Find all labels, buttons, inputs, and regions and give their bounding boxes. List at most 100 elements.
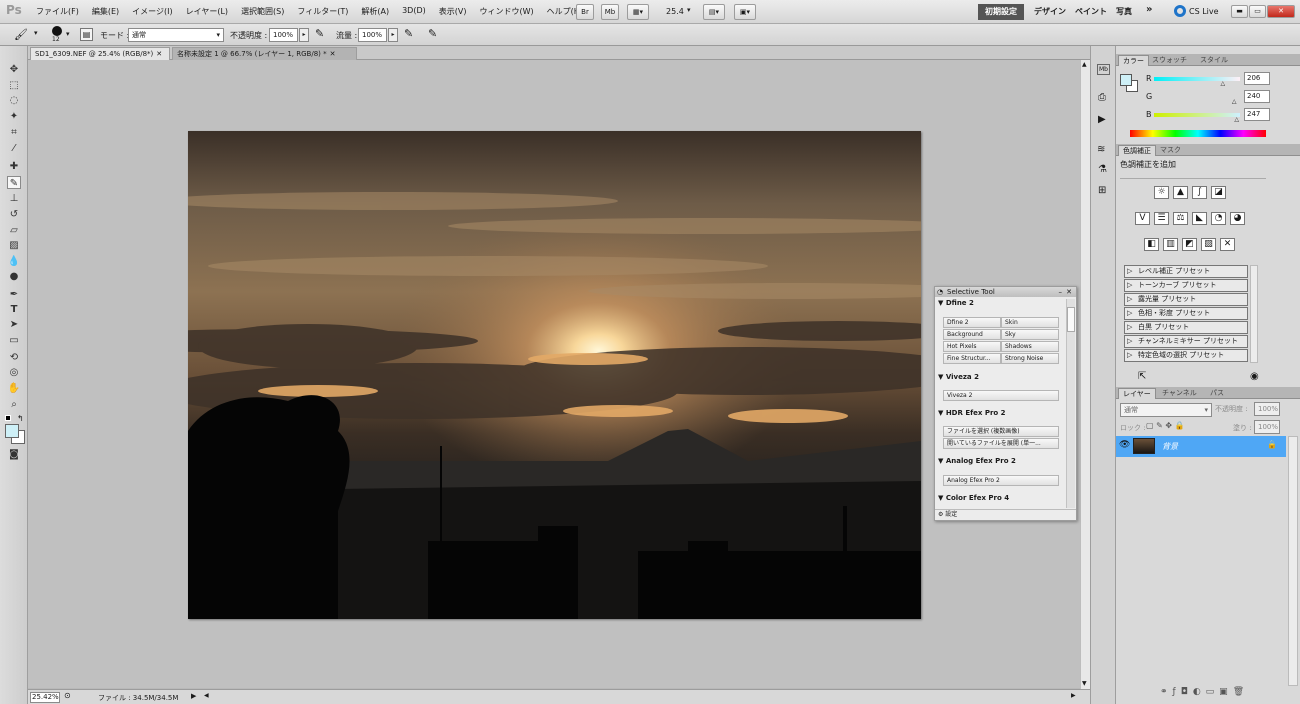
scroll-left-icon[interactable]: ◀ <box>204 692 209 699</box>
marquee-tool-icon[interactable]: ⬚ <box>7 79 21 92</box>
cs-live-button[interactable]: CS Live <box>1189 7 1219 16</box>
flow-slider-toggle-icon[interactable]: ▸ <box>388 28 398 42</box>
menu-3d[interactable]: 3D(D) <box>402 6 426 17</box>
type-tool-icon[interactable]: T <box>7 303 21 316</box>
visibility-eye-icon[interactable]: 👁 <box>1119 440 1130 450</box>
preset-levels[interactable]: レベル補正 プリセット <box>1124 265 1248 278</box>
menu-analysis[interactable]: 解析(A) <box>361 6 389 17</box>
menu-filter[interactable]: フィルター(T) <box>297 6 348 17</box>
mini-bridge-button[interactable]: Mb <box>601 4 619 20</box>
status-info-icon[interactable]: ⊙ <box>64 691 71 700</box>
tablet-size-icon[interactable]: ✎ <box>428 27 437 40</box>
3d-orbit-tool-icon[interactable]: ◎ <box>7 366 21 379</box>
history-brush-tool-icon[interactable]: ↺ <box>7 208 21 221</box>
preset-exposure[interactable]: 露光量 プリセット <box>1124 293 1248 306</box>
menu-edit[interactable]: 編集(E) <box>92 6 119 17</box>
gradient-map-icon[interactable]: ▨ <box>1201 238 1216 251</box>
skin-button[interactable]: Skin <box>1001 317 1059 328</box>
preset-black-white[interactable]: 白黒 プリセット <box>1124 321 1248 334</box>
hdr-open-files-button[interactable]: 開いているファイルを展開 (単一... <box>943 438 1059 449</box>
opacity-input[interactable]: 100% <box>269 28 298 42</box>
scroll-right-icon[interactable]: ▶ <box>1071 692 1076 699</box>
actions-panel-icon[interactable]: ▶ <box>1098 114 1106 125</box>
tablet-opacity-icon[interactable]: ✎ <box>315 27 324 40</box>
scroll-down-icon[interactable]: ▼ <box>1082 680 1087 687</box>
zoom-dropdown-icon[interactable]: ▾ <box>687 6 691 14</box>
strong-noise-button[interactable]: Strong Noise <box>1001 353 1059 364</box>
layer-row-background[interactable]: 👁 背景 🔒 <box>1116 436 1286 457</box>
tab-swatches[interactable]: スウォッチ <box>1148 55 1191 66</box>
history-panel-icon[interactable]: ⎙ <box>1098 92 1106 103</box>
hue-saturation-icon[interactable]: ☰ <box>1154 212 1169 225</box>
posterize-icon[interactable]: ▥ <box>1163 238 1178 251</box>
foreground-color-swatch[interactable] <box>5 424 19 438</box>
g-slider-thumb-icon[interactable]: △ <box>1232 98 1237 105</box>
panel-options-icon[interactable]: ◉ <box>1250 371 1259 382</box>
brush-preset-icon[interactable]: 🖌 <box>14 28 28 41</box>
minimize-icon[interactable]: – <box>1059 287 1063 297</box>
dfine-section-header[interactable]: ▼ Dfine 2 <box>938 299 974 307</box>
status-menu-icon[interactable]: ▶ <box>191 692 196 700</box>
tab-close-icon[interactable]: ✕ <box>330 50 336 58</box>
tool-presets-panel-icon[interactable]: ⊞ <box>1098 185 1106 196</box>
zoom-tool-icon[interactable]: ⌕ <box>7 398 21 411</box>
brush-panel-icon[interactable]: ≋ <box>1097 144 1105 155</box>
selective-tool-header[interactable]: ◔ Selective Tool – ✕ <box>935 287 1076 297</box>
default-colors-icon[interactable] <box>5 415 11 421</box>
eraser-tool-icon[interactable]: ▱ <box>7 224 21 237</box>
tab-channels[interactable]: チャンネル <box>1158 388 1201 399</box>
tab-layers[interactable]: レイヤー <box>1118 388 1156 399</box>
swap-colors-icon[interactable]: ↰ <box>17 414 24 423</box>
minimize-button[interactable]: ▬ <box>1231 5 1248 18</box>
black-white-icon[interactable]: ◣ <box>1192 212 1207 225</box>
vibrance-icon[interactable]: V <box>1135 212 1150 225</box>
workspace-photo[interactable]: 写真 <box>1116 6 1132 17</box>
viveza-button[interactable]: Viveza 2 <box>943 390 1059 401</box>
eyedropper-tool-icon[interactable]: ⁄ <box>7 142 21 155</box>
background-button[interactable]: Background <box>943 329 1001 340</box>
selective-color-icon[interactable]: ✕ <box>1220 238 1235 251</box>
channel-mixer-icon[interactable]: ◕ <box>1230 212 1245 225</box>
tab-document-1[interactable]: SD1_6309.NEF @ 25.4% (RGB/8*) ✕ <box>30 47 170 60</box>
fill-input[interactable]: 100% <box>1254 420 1280 434</box>
brush-tool-icon[interactable]: ✎ <box>7 176 21 189</box>
preset-channel-mixer[interactable]: チャンネルミキサー プリセット <box>1124 335 1248 348</box>
dfine-button[interactable]: Dfine 2 <box>943 317 1001 328</box>
preset-curves[interactable]: トーンカーブ プリセット <box>1124 279 1248 292</box>
color-spectrum-bar[interactable] <box>1130 130 1266 137</box>
tab-document-2[interactable]: 名称未設定 1 @ 66.7% (レイヤー 1, RGB/8) * ✕ <box>172 47 357 60</box>
sky-button[interactable]: Sky <box>1001 329 1059 340</box>
menu-view[interactable]: 表示(V) <box>439 6 467 17</box>
quick-select-tool-icon[interactable]: ✦ <box>7 110 21 123</box>
mode-select[interactable]: 通常 ▾ <box>128 28 224 42</box>
layers-scrollbar[interactable] <box>1288 436 1298 686</box>
lasso-tool-icon[interactable]: ◌ <box>7 94 21 107</box>
dodge-tool-icon[interactable]: ● <box>7 270 21 283</box>
blur-tool-icon[interactable]: 💧 <box>7 255 21 268</box>
layers-footer-icons[interactable]: ⚭ƒ◘◐▭▣🗑 <box>1160 687 1249 697</box>
shadows-button[interactable]: Shadows <box>1001 341 1059 352</box>
b-slider-thumb-icon[interactable]: △ <box>1234 116 1239 123</box>
r-input[interactable]: 206 <box>1244 72 1270 85</box>
layer-opacity-input[interactable]: 100% <box>1254 402 1280 416</box>
lock-icons[interactable]: ▢ ✎ ✥ 🔒 <box>1146 421 1185 430</box>
viveza-section-header[interactable]: ▼ Viveza 2 <box>938 373 979 381</box>
color-balance-icon[interactable]: ⚖ <box>1173 212 1188 225</box>
tab-color[interactable]: カラー <box>1118 55 1149 66</box>
airbrush-icon[interactable]: ✎ <box>404 27 413 40</box>
b-slider[interactable] <box>1154 113 1240 117</box>
hdr-select-files-button[interactable]: ファイルを選択 (複数画像) <box>943 426 1059 437</box>
workspace-more[interactable]: » <box>1146 4 1152 15</box>
brush-dropdown-icon[interactable]: ▾ <box>66 30 70 38</box>
tab-styles[interactable]: スタイル <box>1196 55 1232 66</box>
menu-file[interactable]: ファイル(F) <box>36 6 79 17</box>
path-selection-tool-icon[interactable]: ➤ <box>7 318 21 331</box>
tab-masks[interactable]: マスク <box>1156 145 1185 156</box>
menu-layer[interactable]: レイヤー(L) <box>186 6 228 17</box>
brush-preset-dropdown-icon[interactable]: ▾ <box>34 29 38 37</box>
brush-tip-icon[interactable] <box>52 26 62 36</box>
menu-select[interactable]: 選択範囲(S) <box>241 6 284 17</box>
exposure-icon[interactable]: ◪ <box>1211 186 1226 199</box>
move-tool-icon[interactable]: ✥ <box>7 63 21 76</box>
curves-icon[interactable]: ∫ <box>1192 186 1207 199</box>
